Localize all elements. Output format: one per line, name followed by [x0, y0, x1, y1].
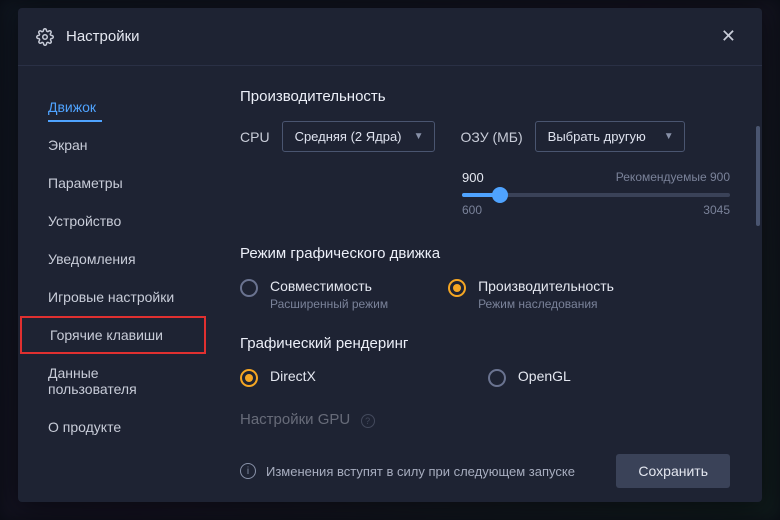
sidebar-item-params[interactable]: Параметры — [18, 164, 208, 202]
sidebar-item-game-settings[interactable]: Игровые настройки — [18, 278, 208, 316]
sidebar: Движок Экран Параметры Устройство Уведом… — [18, 66, 208, 502]
restart-message: Изменения вступят в силу при следующем з… — [266, 464, 575, 479]
close-button[interactable]: ✕ — [713, 22, 744, 51]
gear-icon — [36, 28, 54, 46]
radio-icon — [488, 369, 506, 387]
radio-icon — [448, 279, 466, 297]
sidebar-item-user-data[interactable]: Данные пользователя — [18, 354, 208, 408]
sidebar-item-device[interactable]: Устройство — [18, 202, 208, 240]
radio-compatibility[interactable]: Совместимость Расширенный режим — [240, 278, 388, 311]
sidebar-item-screen[interactable]: Экран — [18, 126, 208, 164]
radio-label: Совместимость — [270, 278, 388, 294]
engine-mode-title: Режим графического движка — [240, 245, 730, 262]
sidebar-item-hotkeys[interactable]: Горячие клавиши — [20, 316, 206, 354]
cpu-select[interactable]: Средняя (2 Ядра) ▼ — [282, 121, 435, 152]
radio-sublabel: Режим наследования — [478, 297, 614, 311]
radio-label: DirectX — [270, 368, 316, 384]
help-icon[interactable]: ? — [361, 414, 375, 428]
ram-slider: 900 Рекомендуемые 900 600 3045 — [462, 170, 730, 217]
slider-max: 3045 — [703, 203, 730, 217]
radio-directx[interactable]: DirectX — [240, 368, 316, 387]
sidebar-item-engine[interactable]: Движок — [18, 88, 208, 126]
radio-label: OpenGL — [518, 368, 571, 384]
radio-icon — [240, 369, 258, 387]
radio-sublabel: Расширенный режим — [270, 297, 388, 311]
radio-icon — [240, 279, 258, 297]
radio-performance[interactable]: Производительность Режим наследования — [448, 278, 614, 311]
footer: i Изменения вступят в силу при следующем… — [240, 440, 730, 488]
slider-recommended: Рекомендуемые 900 — [616, 170, 730, 185]
rendering-title: Графический рендеринг — [240, 335, 730, 352]
sidebar-item-about[interactable]: О продукте — [18, 408, 208, 446]
content-pane: Производительность CPU Средняя (2 Ядра) … — [208, 66, 762, 502]
gpu-title: Настройки GPU — [240, 411, 350, 428]
info-icon: i — [240, 463, 256, 479]
chevron-down-icon: ▼ — [664, 131, 674, 142]
cpu-label: CPU — [240, 129, 270, 145]
modal-title: Настройки — [66, 28, 140, 45]
settings-modal: Настройки ✕ Движок Экран Параметры Устро… — [18, 8, 762, 502]
cpu-select-value: Средняя (2 Ядра) — [295, 129, 402, 144]
titlebar: Настройки ✕ — [18, 8, 762, 66]
save-button[interactable]: Сохранить — [616, 454, 730, 488]
scrollbar-thumb[interactable] — [756, 126, 760, 226]
radio-opengl[interactable]: OpenGL — [488, 368, 571, 387]
chevron-down-icon: ▼ — [414, 131, 424, 142]
gpu-settings-section: Настройки GPU ? — [240, 411, 730, 429]
radio-label: Производительность — [478, 278, 614, 294]
slider-value: 900 — [462, 170, 484, 185]
ram-select-value: Выбрать другую — [548, 129, 646, 144]
performance-title: Производительность — [240, 88, 730, 105]
slider-track[interactable] — [462, 193, 730, 197]
slider-min: 600 — [462, 203, 482, 217]
sidebar-item-notifications[interactable]: Уведомления — [18, 240, 208, 278]
slider-thumb[interactable] — [492, 187, 508, 203]
ram-label: ОЗУ (МБ) — [461, 129, 523, 145]
ram-select[interactable]: Выбрать другую ▼ — [535, 121, 685, 152]
